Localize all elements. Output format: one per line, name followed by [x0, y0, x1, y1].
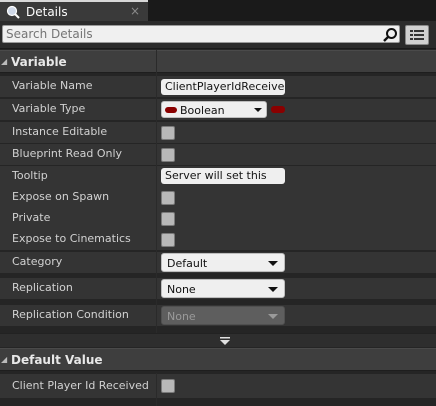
tab-details[interactable]: Details × — [0, 0, 148, 21]
variable-type-dropdown[interactable]: Boolean — [161, 101, 267, 118]
replication-condition-value: None — [167, 310, 196, 323]
label-variable-type: Variable Type — [12, 102, 86, 115]
search-bar — [0, 21, 436, 49]
tab-title: Details — [26, 4, 68, 19]
label-tooltip: Tooltip — [12, 169, 48, 182]
label-category: Category — [12, 255, 63, 268]
replication-value: None — [167, 283, 196, 296]
advanced-expander[interactable] — [0, 333, 436, 347]
row-expose-on-spawn: Expose on Spawn — [0, 187, 436, 208]
expose-on-spawn-checkbox[interactable] — [161, 191, 175, 205]
instance-editable-checkbox[interactable] — [161, 126, 175, 140]
label-expose-on-spawn: Expose on Spawn — [12, 190, 110, 203]
column-divider — [156, 50, 157, 333]
container-type-dropdown[interactable] — [271, 106, 285, 113]
label-expose-to-cinematics: Expose to Cinematics — [12, 232, 131, 245]
label-private: Private — [12, 211, 51, 224]
boolean-pin-icon — [165, 107, 177, 113]
client-player-id-received-checkbox[interactable] — [161, 379, 175, 393]
label-blueprint-read-only: Blueprint Read Only — [12, 147, 123, 160]
section-header-variable[interactable]: ◢ Variable — [0, 50, 436, 73]
section-header-default-value[interactable]: ◢ Default Value — [0, 348, 436, 371]
tooltip-input[interactable]: Server will set this — [161, 168, 285, 184]
blueprint-read-only-checkbox[interactable] — [161, 148, 175, 162]
chevron-down-icon — [254, 108, 262, 112]
category-dropdown[interactable]: Default — [161, 253, 285, 272]
chevron-down-icon — [268, 314, 278, 319]
label-replication-condition: Replication Condition — [12, 308, 129, 321]
list-options-icon — [410, 30, 424, 40]
expose-to-cinematics-checkbox[interactable] — [161, 233, 175, 247]
close-icon[interactable]: × — [130, 4, 140, 18]
row-blueprint-read-only: Blueprint Read Only — [0, 144, 436, 165]
private-checkbox[interactable] — [161, 212, 175, 226]
expand-advanced-icon — [219, 336, 231, 346]
replication-condition-dropdown: None — [161, 306, 285, 325]
chevron-down-icon — [268, 287, 278, 292]
label-instance-editable: Instance Editable — [12, 125, 108, 138]
label-replication: Replication — [12, 281, 73, 294]
details-magnifier-icon — [6, 5, 20, 19]
view-options-button[interactable] — [405, 25, 429, 45]
collapse-arrow-icon: ◢ — [1, 57, 8, 66]
variable-name-input[interactable]: ClientPlayerIdReceived — [161, 79, 285, 95]
collapse-arrow-icon: ◢ — [1, 355, 8, 364]
category-value: Default — [167, 257, 208, 270]
label-variable-name: Variable Name — [12, 79, 93, 92]
search-input[interactable] — [2, 25, 400, 43]
row-client-player-id-received: Client Player Id Received — [0, 374, 436, 398]
column-divider — [156, 373, 157, 406]
section-title-default-value: Default Value — [11, 352, 103, 367]
row-expose-to-cinematics: Expose to Cinematics — [0, 229, 436, 250]
search-icon[interactable] — [382, 27, 398, 43]
tab-bar: Details × — [0, 0, 436, 21]
row-instance-editable: Instance Editable — [0, 122, 436, 143]
row-private: Private — [0, 208, 436, 229]
label-client-player-id-received: Client Player Id Received — [12, 379, 149, 392]
section-title-variable: Variable — [11, 54, 67, 69]
replication-dropdown[interactable]: None — [161, 279, 285, 298]
variable-type-value: Boolean — [180, 104, 225, 117]
chevron-down-icon — [268, 261, 278, 266]
